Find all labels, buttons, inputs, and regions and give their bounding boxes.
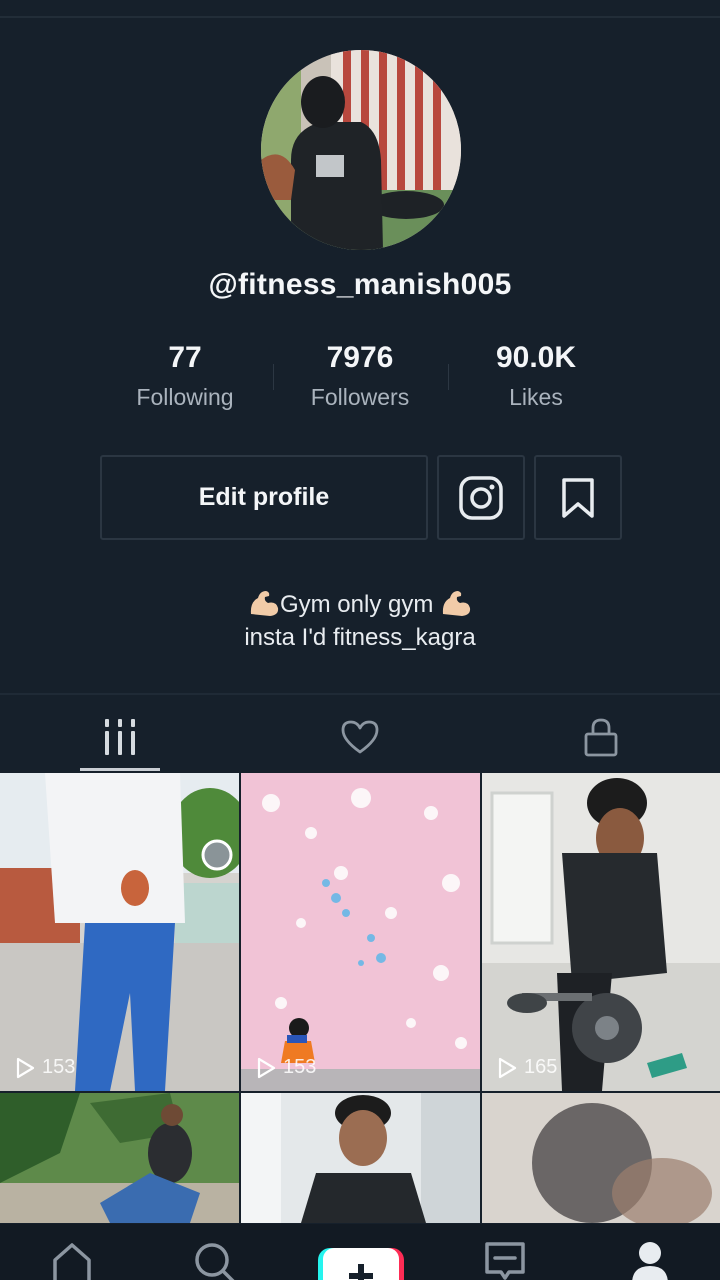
- inbox-icon: [485, 1242, 525, 1280]
- stat-likes[interactable]: 90.0K Likes: [446, 338, 626, 411]
- play-icon: [498, 1057, 517, 1078]
- nav-home[interactable]: [42, 1240, 102, 1280]
- video-thumbnail[interactable]: 153: [0, 773, 239, 1091]
- search-icon: [195, 1243, 235, 1280]
- bio: Gym only gym insta I'd fitness_kagra: [0, 588, 720, 654]
- bio-line-1: Gym only gym: [0, 588, 720, 621]
- followers-label: Followers: [310, 384, 410, 410]
- view-count: 153: [14, 1056, 75, 1079]
- view-count-text: 153: [42, 1056, 76, 1078]
- home-icon: [53, 1243, 91, 1280]
- lock-icon: [584, 718, 618, 757]
- tab-videos[interactable]: [80, 712, 160, 762]
- video-preview: [241, 1093, 480, 1223]
- nav-inbox[interactable]: [475, 1240, 535, 1280]
- bio-line-2: insta I'd fitness_kagra: [244, 624, 476, 651]
- nav-discover[interactable]: [184, 1240, 244, 1280]
- video-thumbnail[interactable]: 153: [241, 773, 480, 1091]
- video-preview: [241, 773, 480, 1091]
- video-thumbnail[interactable]: [482, 1093, 720, 1223]
- tab-selected-indicator: [80, 768, 160, 771]
- video-preview: [482, 773, 720, 1091]
- grid-icon: [105, 719, 135, 755]
- video-thumbnail[interactable]: 165: [482, 773, 720, 1091]
- bookmark-button[interactable]: [534, 455, 622, 540]
- play-icon: [16, 1057, 35, 1078]
- plus-icon: [318, 1248, 404, 1280]
- heart-icon: [341, 720, 379, 754]
- instagram-icon: [459, 475, 503, 520]
- avatar[interactable]: [261, 50, 461, 250]
- create-button[interactable]: [318, 1248, 404, 1280]
- video-preview: [0, 773, 239, 1091]
- view-count-text: 165: [524, 1056, 558, 1078]
- play-icon: [257, 1057, 276, 1078]
- view-count: 153: [255, 1056, 316, 1079]
- bottom-navigation: [0, 1224, 720, 1280]
- video-thumbnail[interactable]: [241, 1093, 480, 1223]
- video-thumbnail[interactable]: [0, 1093, 239, 1223]
- flexed-biceps-icon: [442, 591, 471, 616]
- tab-liked[interactable]: [320, 712, 400, 762]
- view-count: 165: [496, 1056, 557, 1079]
- following-count: 77: [168, 341, 202, 374]
- likes-count: 90.0K: [495, 341, 577, 374]
- flexed-biceps-icon: [250, 591, 279, 616]
- stat-following[interactable]: 77 Following: [95, 338, 275, 411]
- username: @fitness_manish005: [208, 268, 512, 301]
- edit-profile-button[interactable]: Edit profile: [100, 455, 428, 540]
- nav-profile[interactable]: [620, 1240, 680, 1280]
- profile-icon: [632, 1242, 668, 1280]
- following-label: Following: [136, 384, 234, 410]
- bio-text-1: Gym only gym: [279, 591, 434, 618]
- video-preview: [482, 1093, 720, 1223]
- likes-label: Likes: [509, 384, 563, 410]
- avatar-photo: [261, 50, 461, 250]
- status-divider: [0, 16, 720, 18]
- video-grid: 153 153 165: [0, 773, 720, 1223]
- instagram-button[interactable]: [437, 455, 525, 540]
- section-divider: [0, 693, 720, 695]
- stat-followers[interactable]: 7976 Followers: [270, 338, 450, 411]
- followers-count: 7976: [326, 341, 394, 374]
- video-preview: [0, 1093, 239, 1223]
- bookmark-icon: [562, 477, 594, 518]
- view-count-text: 153: [283, 1056, 317, 1078]
- tab-private[interactable]: [561, 712, 641, 762]
